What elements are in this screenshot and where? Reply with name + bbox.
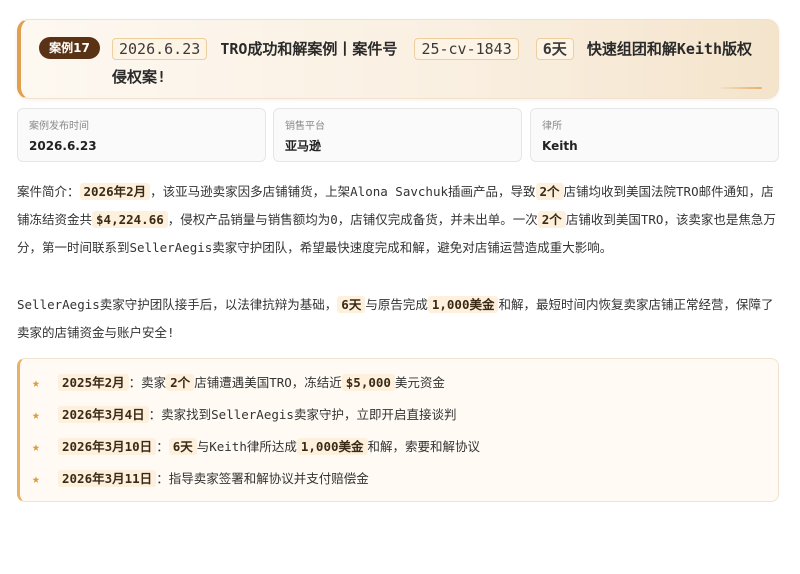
info-label: 律所 (542, 121, 562, 132)
highlight: 2个 (537, 211, 566, 228)
timeline-item: ★ 2026年3月10日： 6天 与Keith律所达成 1,000美金 和解，索要和解协议 (32, 433, 778, 465)
highlight: 1,000美金 (427, 296, 499, 313)
timeline-text: ： (156, 439, 169, 454)
info-value: 亚马逊 (285, 139, 322, 153)
highlight: 2个 (166, 374, 195, 391)
info-label: 销售平台 (285, 121, 325, 132)
timeline-text: ：卖家找到SellerAegis卖家守护，立即开启直接谈判 (148, 407, 457, 422)
timeline-item: ★ 2026年3月4日 ：卖家找到SellerAegis卖家守护，立即开启直接谈判 (32, 401, 778, 433)
star-icon: ★ (32, 376, 40, 391)
highlight: 2个 (535, 183, 564, 200)
info-card-publish-date: 案例发布时间 2026.6.23 (17, 108, 266, 162)
timeline-date: 2026年3月10日 (58, 438, 157, 455)
info-card-law-firm: 律所 Keith (530, 108, 779, 162)
timeline-text: ：卖家 (128, 375, 167, 390)
intro-text: 案件简介： (17, 184, 80, 199)
info-value: 2026.6.23 (29, 139, 97, 153)
highlight: $5,000 (341, 374, 395, 391)
info-value: Keith (542, 139, 578, 153)
intro-text: ，侵权产品销量与销售额均为0，店铺仅完成备货，并未出单。一次 (167, 212, 538, 227)
result-text: 与原告完成 (365, 297, 428, 312)
timeline-text: 美元资金 (394, 375, 445, 390)
case-timeline: ★ 2025年2月 ：卖家 2个 店铺遭遇美国TRO，冻结近 $5,000 美元资金 ★ 20… (17, 358, 779, 502)
timeline-text: 和解，索要和解协议 (367, 439, 481, 454)
timeline-date: 2026年3月11日 (58, 470, 157, 487)
timeline-date: 2025年2月 (58, 374, 129, 391)
highlight: 2026年2月 (79, 183, 151, 200)
star-icon: ★ (32, 440, 40, 455)
case-header-card: 案例17 2026.6.23 TRO成功和解案例丨案件号 25-cv-1843 … (17, 19, 779, 99)
result-text: SellerAegis卖家守护团队接手后，以法律抗辩为基础， (17, 297, 338, 312)
case-number-badge: 案例17 (39, 37, 100, 59)
highlight: $4,224.66 (92, 211, 168, 228)
case-result-paragraph: SellerAegis卖家守护团队接手后，以法律抗辩为基础， 6天 与原告完成 1,0… (17, 291, 783, 347)
timeline-text: 店铺遭遇美国TRO，冻结近 (194, 375, 342, 390)
highlight: 6天 (337, 296, 366, 313)
case-title: 2026.6.23 TRO成功和解案例丨案件号 25-cv-1843 6天 快速… (112, 35, 762, 91)
case-number-pill: 25-cv-1843 (414, 38, 519, 60)
timeline-item: ★ 2026年3月11日 ：指导卖家签署和解协议并支付赔偿金 (32, 465, 778, 497)
timeline-item: ★ 2025年2月 ：卖家 2个 店铺遭遇美国TRO，冻结近 $5,000 美元资金 (32, 369, 778, 401)
highlight: 1,000美金 (296, 438, 368, 455)
title-date-pill: 2026.6.23 (112, 38, 208, 60)
case-info-row: 案例发布时间 2026.6.23 销售平台 亚马逊 律所 Keith (17, 108, 779, 162)
info-card-platform: 销售平台 亚马逊 (273, 108, 522, 162)
header-decoration-line (716, 87, 762, 89)
highlight: 6天 (168, 438, 197, 455)
title-text-1: TRO成功和解案例丨案件号 (220, 40, 398, 58)
star-icon: ★ (32, 472, 40, 487)
timeline-date: 2026年3月4日 (58, 406, 149, 423)
intro-text: ，该亚马逊卖家因多店铺铺货，上架Alona Savchuk插画产品，导致 (150, 184, 536, 199)
case-intro-paragraph: 案件简介： 2026年2月 ，该亚马逊卖家因多店铺铺货，上架Alona Savchu… (17, 178, 783, 262)
info-label: 案例发布时间 (29, 121, 89, 132)
timeline-text: 与Keith律所达成 (196, 439, 297, 454)
days-pill: 6天 (535, 38, 574, 60)
timeline-text: ：指导卖家签署和解协议并支付赔偿金 (156, 471, 369, 486)
star-icon: ★ (32, 408, 40, 423)
